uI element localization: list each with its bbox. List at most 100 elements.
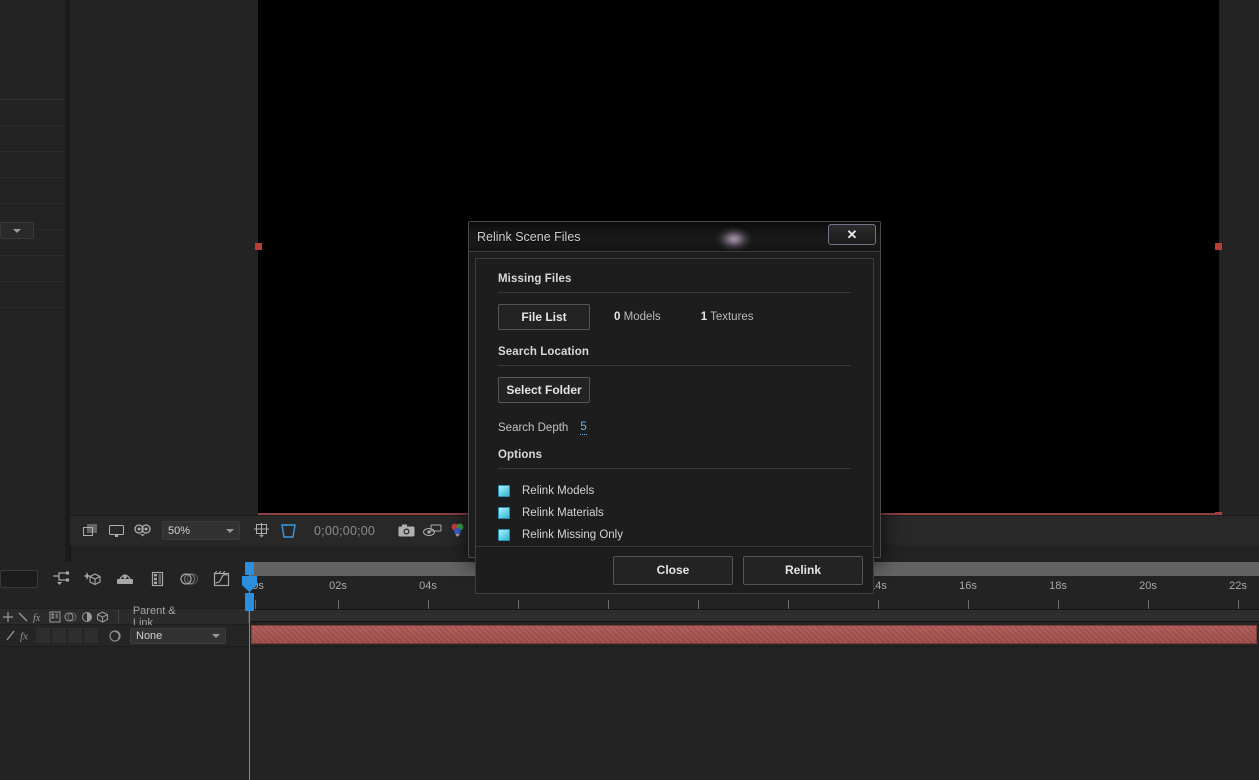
after-effects-window: 50% 0;00;00;00 (Half) xyxy=(0,0,1259,780)
textures-count-label: Textures xyxy=(710,311,754,323)
ruler-tick-label: 18s xyxy=(1049,580,1067,592)
enable-motion-blur-icon[interactable] xyxy=(178,567,200,591)
option-relink-materials[interactable]: Relink Materials xyxy=(498,502,851,524)
layer-switch-icons: fx xyxy=(0,610,109,623)
playhead-lower-tab xyxy=(245,593,254,611)
frame-blend-switch-icon xyxy=(49,611,61,622)
project-row[interactable] xyxy=(0,0,70,100)
file-list-button[interactable]: File List xyxy=(498,304,590,330)
project-row[interactable] xyxy=(0,126,70,152)
project-panel xyxy=(0,0,71,562)
timeline-track-row[interactable] xyxy=(249,623,1259,647)
option-label: Relink Materials xyxy=(522,507,604,520)
titlebar-glow xyxy=(717,228,751,250)
comp-handle-top-left[interactable] xyxy=(255,243,262,250)
layer-duration-bar[interactable] xyxy=(251,625,1257,644)
layer-switch-box[interactable] xyxy=(84,628,98,643)
motion-blur-switch-icon xyxy=(64,612,77,621)
close-icon[interactable]: ✕ xyxy=(828,224,876,245)
layer-switch-box[interactable] xyxy=(68,628,82,643)
chevron-down-icon xyxy=(226,528,234,533)
option-label: Relink Models xyxy=(522,485,595,498)
timeline-toolbar xyxy=(0,562,249,608)
timeline-layer-empty-area[interactable] xyxy=(0,647,249,780)
ruler-tick-label: 02s xyxy=(329,580,347,592)
show-snapshot-icon[interactable] xyxy=(420,521,444,541)
toggle-mask-icon[interactable] xyxy=(104,521,128,541)
timeline-column-header: fx Parent & Link xyxy=(0,605,250,629)
project-dropdown[interactable] xyxy=(0,222,34,239)
timeline-work-area[interactable] xyxy=(249,610,1259,622)
dialog-title: Relink Scene Files xyxy=(477,229,581,244)
checkbox-relink-materials[interactable] xyxy=(498,507,510,520)
search-depth-label: Search Depth xyxy=(498,422,569,435)
comp-handle-top-right[interactable] xyxy=(1215,243,1222,250)
textures-count: 1 Textures xyxy=(701,311,754,323)
zoom-level-select[interactable]: 50% xyxy=(162,521,240,540)
project-row[interactable] xyxy=(0,282,70,308)
option-label: Relink Missing Only xyxy=(522,529,623,542)
section-divider xyxy=(498,468,851,470)
svg-text:fx: fx xyxy=(20,631,28,643)
timeline-empty-area[interactable] xyxy=(249,647,1259,780)
parent-link-select[interactable]: None xyxy=(130,627,226,644)
timeline-track-area: 00s 02s 04s 06s 08s 10s 12s 14s 16s 18s … xyxy=(242,562,1259,780)
grid-guides-icon[interactable] xyxy=(250,521,274,541)
select-folder-button[interactable]: Select Folder xyxy=(498,377,590,403)
hide-shy-layers-icon[interactable] xyxy=(114,567,136,591)
ruler-tick-label: 20s xyxy=(1139,580,1157,592)
3d-view-icon[interactable] xyxy=(130,521,154,541)
close-button[interactable]: Close xyxy=(613,555,733,585)
models-count: 0 Models xyxy=(614,311,661,323)
video-switch-icon xyxy=(3,611,13,622)
adjustment-layer-switch-icon xyxy=(82,611,92,622)
zoom-level-value: 50% xyxy=(168,524,191,537)
ruler-tick-label: 16s xyxy=(959,580,977,592)
textures-count-value: 1 xyxy=(700,311,708,323)
search-input[interactable] xyxy=(0,570,38,588)
layer-switch-group: fx xyxy=(0,628,98,643)
project-row[interactable] xyxy=(0,178,70,204)
parent-link-value: None xyxy=(136,629,163,642)
toggle-transparency-grid-icon[interactable] xyxy=(78,521,102,541)
draft-3d-icon[interactable] xyxy=(82,567,104,591)
layer-switch-box[interactable] xyxy=(36,628,50,643)
search-depth-value[interactable]: 5 xyxy=(580,421,587,436)
audio-switch-icon xyxy=(18,612,28,621)
current-timecode[interactable]: 0;00;00;00 xyxy=(314,524,388,538)
layer-video-toggle xyxy=(6,630,15,641)
project-row[interactable] xyxy=(0,152,70,178)
missing-files-row: File List 0 Models 1 Textures xyxy=(498,304,851,330)
checkbox-relink-missing-only[interactable] xyxy=(498,529,510,542)
relink-button[interactable]: Relink xyxy=(743,555,863,585)
3d-layer-switch-icon xyxy=(97,610,108,623)
playhead[interactable] xyxy=(242,562,257,780)
column-separator xyxy=(118,610,119,623)
parent-pickwhip-icon[interactable] xyxy=(108,629,122,643)
chevron-down-icon xyxy=(212,633,220,638)
project-row[interactable] xyxy=(0,256,70,282)
show-channel-icon[interactable] xyxy=(446,521,470,541)
ruler-tick-label: 04s xyxy=(419,580,437,592)
project-row[interactable] xyxy=(0,100,70,126)
layer-fx-toggle: fx xyxy=(20,631,28,643)
option-relink-models[interactable]: Relink Models xyxy=(498,480,851,502)
models-count-label: Models xyxy=(623,311,661,323)
composition-mini-flowchart-icon[interactable] xyxy=(50,567,72,591)
layer-switch-box[interactable] xyxy=(52,628,66,643)
dialog-titlebar[interactable]: Relink Scene Files ✕ xyxy=(469,222,880,252)
playhead-top-tab xyxy=(245,562,254,575)
missing-files-heading: Missing Files xyxy=(498,273,572,285)
checkbox-relink-models[interactable] xyxy=(498,485,510,498)
dialog-footer: Close Relink xyxy=(475,546,874,595)
take-snapshot-icon[interactable] xyxy=(394,521,418,541)
enable-frame-blending-icon[interactable] xyxy=(146,567,168,591)
option-relink-missing-only[interactable]: Relink Missing Only xyxy=(498,524,851,546)
relink-scene-files-dialog: Relink Scene Files ✕ Missing Files File … xyxy=(468,221,881,595)
graph-editor-icon[interactable] xyxy=(210,567,232,591)
region-of-interest-icon[interactable] xyxy=(276,521,300,541)
section-divider xyxy=(498,292,851,293)
models-count-value: 0 xyxy=(614,311,621,323)
timeline-layer-row[interactable]: fx None xyxy=(0,625,249,647)
effects-switch-icon: fx xyxy=(33,613,41,623)
